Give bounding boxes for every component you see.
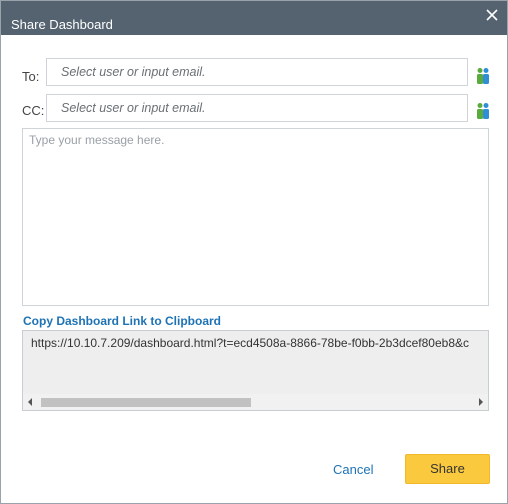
share-button[interactable]: Share — [405, 454, 490, 484]
link-box: https://10.10.7.209/dashboard.html?t=ecd… — [22, 330, 489, 411]
dashboard-url: https://10.10.7.209/dashboard.html?t=ecd… — [31, 336, 469, 350]
people-icon[interactable] — [475, 67, 491, 85]
to-input[interactable] — [47, 59, 467, 85]
close-icon[interactable] — [483, 6, 501, 24]
to-field-container — [46, 58, 468, 86]
dialog-title: Share Dashboard — [11, 17, 113, 32]
scroll-right-icon[interactable] — [479, 398, 483, 406]
to-label: To: — [22, 69, 40, 84]
horizontal-scrollbar[interactable] — [23, 394, 488, 410]
scroll-left-icon[interactable] — [28, 398, 32, 406]
scrollbar-thumb[interactable] — [41, 398, 251, 407]
dialog-titlebar: Share Dashboard — [1, 1, 507, 35]
message-textarea[interactable] — [23, 129, 488, 305]
copy-link-button[interactable]: Copy Dashboard Link to Clipboard — [23, 314, 221, 328]
people-icon[interactable] — [475, 102, 491, 120]
cc-field-container — [46, 94, 468, 122]
share-dashboard-dialog: Share Dashboard To: CC: Copy Dashboard L… — [0, 0, 508, 504]
cc-label: CC: — [22, 103, 45, 118]
cancel-button[interactable]: Cancel — [333, 462, 373, 477]
cc-input[interactable] — [47, 95, 467, 121]
message-container — [22, 128, 489, 306]
